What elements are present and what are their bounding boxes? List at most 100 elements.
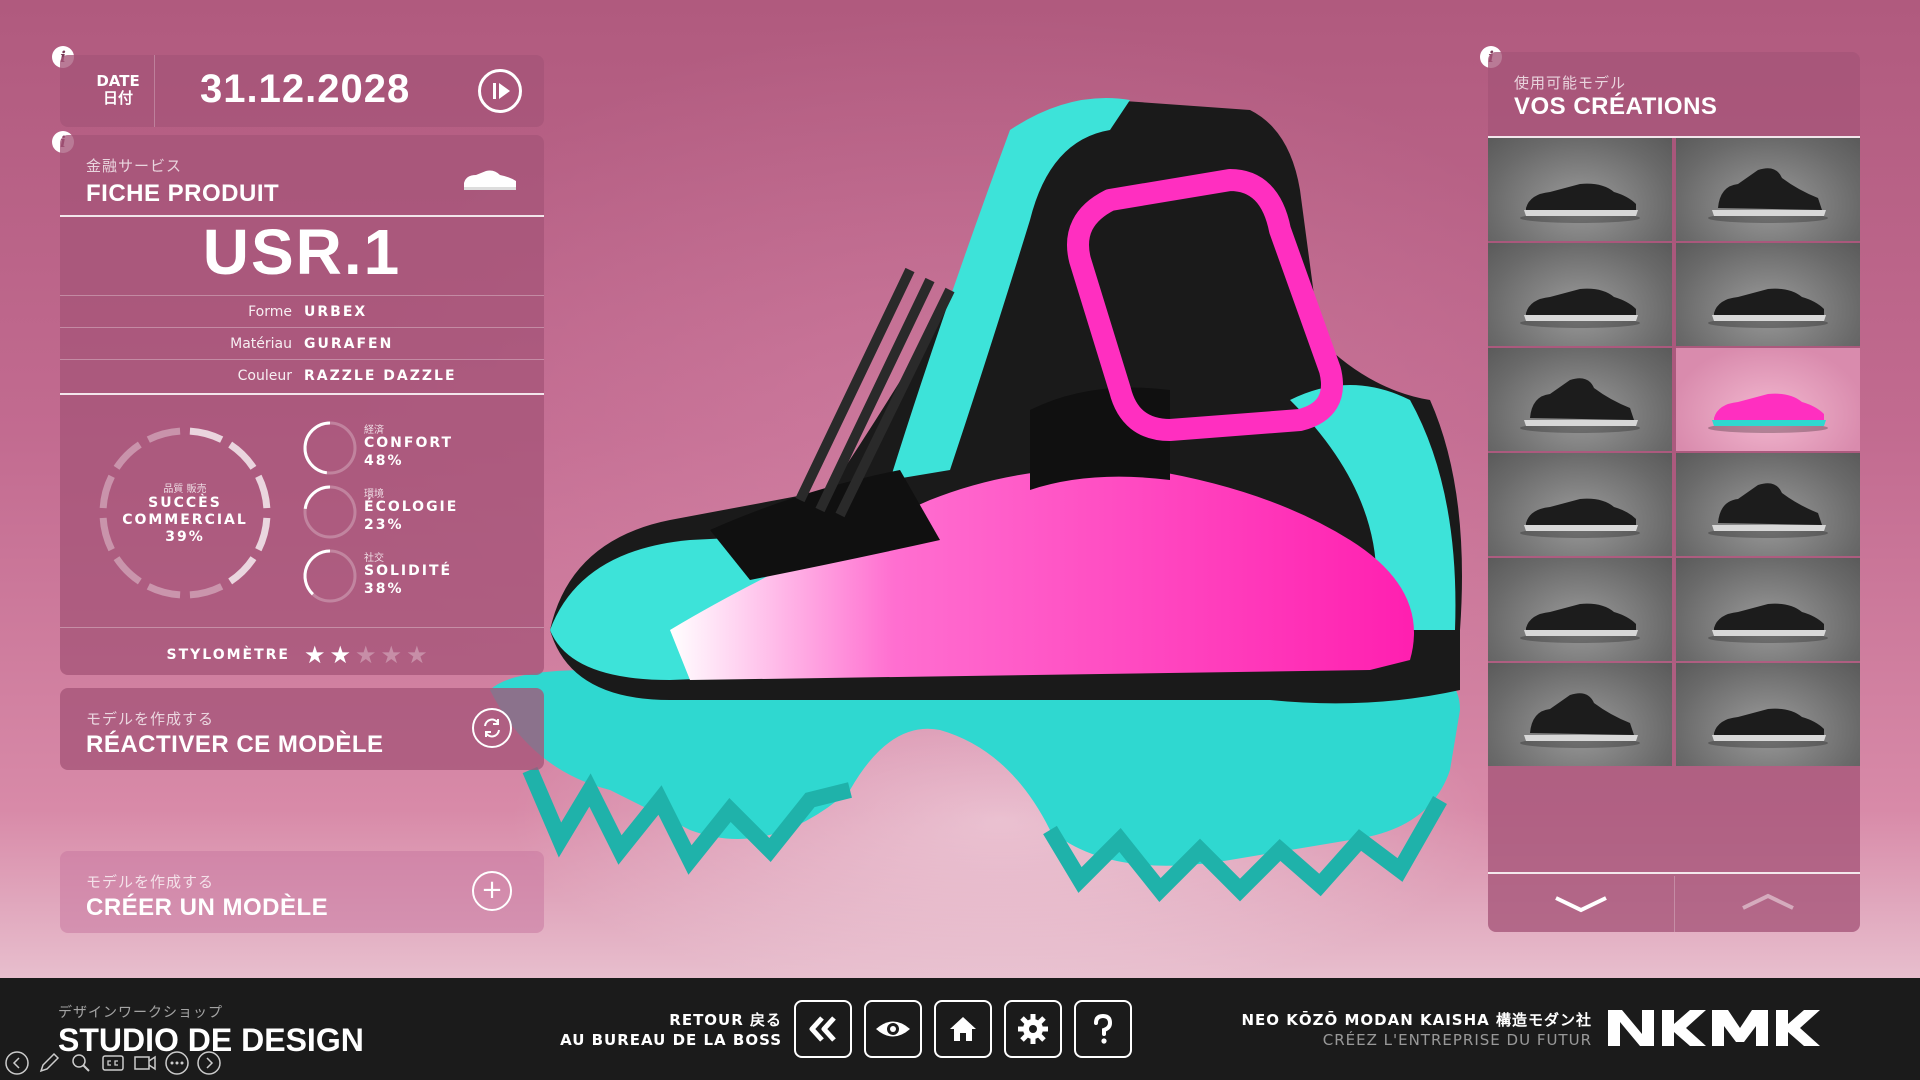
settings-button[interactable]	[1004, 1000, 1062, 1058]
stat-jp-label: 経済	[364, 425, 384, 436]
arrow-right-icon	[197, 1051, 221, 1075]
bottom-bar: デザインワークショップ STUDIO DE DESIGN RETOUR 戻る A…	[0, 978, 1920, 1080]
back-line1: RETOUR 戻る	[669, 1011, 782, 1029]
util-more-button[interactable]	[164, 1050, 190, 1076]
star-icon: ★	[329, 641, 352, 669]
divider	[60, 295, 544, 296]
chevron-up-icon	[1742, 893, 1794, 910]
reactivate-label-group: モデルを作成する RÉACTIVER CE MODÈLE	[86, 708, 384, 759]
divider	[60, 627, 544, 628]
solidity-gauge	[303, 549, 357, 603]
captions-icon	[102, 1055, 124, 1071]
gauge-segment	[146, 583, 181, 599]
home-icon	[950, 1017, 976, 1041]
creation-thumbnail[interactable]	[1676, 558, 1860, 661]
studio-jp-label: デザインワークショップ	[58, 1005, 223, 1021]
gear-icon	[1018, 1014, 1048, 1044]
creations-panel: 使用可能モデル VOS CRÉATIONS	[1488, 52, 1860, 932]
scroll-up-button[interactable]	[1674, 876, 1860, 932]
stat-name: SOLIDITÉ	[364, 563, 453, 579]
company-slogan: CRÉEZ L'ENTREPRISE DU FUTUR	[1322, 1031, 1592, 1049]
ecology-gauge	[303, 485, 357, 539]
home-button[interactable]	[934, 1000, 992, 1058]
divider	[1488, 872, 1860, 874]
sneaker-thumbnail-icon	[1708, 708, 1828, 748]
util-pen-button[interactable]	[36, 1050, 62, 1076]
stat-percent: 38%	[364, 581, 404, 597]
attribute-value: GURAFEN	[304, 336, 394, 352]
stylometer-label: STYLOMÈTRE	[166, 647, 290, 663]
sneaker-thumbnail-icon	[1708, 483, 1828, 538]
stat-jp-label: 社交	[364, 553, 384, 564]
attribute-value: URBEX	[304, 304, 368, 320]
creation-thumbnail[interactable]	[1676, 348, 1860, 451]
sneaker-thumbnail-icon	[1520, 498, 1640, 538]
util-zoom-button[interactable]	[68, 1050, 94, 1076]
refresh-icon-glyph	[484, 718, 500, 738]
main-shoe-illustration	[490, 98, 1462, 902]
stat-percent: 39%	[165, 529, 205, 545]
date-value: 31.12.2028	[200, 67, 411, 111]
attribute-key: Couleur	[237, 368, 292, 384]
model-name: USR.1	[202, 216, 402, 288]
view-button[interactable]	[864, 1000, 922, 1058]
divider	[154, 55, 155, 127]
gauge-segment	[146, 427, 181, 443]
divider	[60, 393, 544, 395]
reactivate-model-button[interactable]: モデルを作成する RÉACTIVER CE MODÈLE	[60, 688, 544, 770]
creation-thumbnail[interactable]	[1488, 453, 1672, 556]
product-sheet-title: FICHE PRODUIT	[86, 180, 280, 207]
create-jp-label: モデルを作成する	[86, 873, 215, 891]
help-button[interactable]	[1074, 1000, 1132, 1058]
stat-comfort: 経済 CONFORT 48%	[300, 418, 520, 478]
stat-jp-label: 品質 販売	[163, 484, 207, 495]
product-sheet-panel: 金融サービス FICHE PRODUIT USR.1 Forme URBEX M…	[60, 135, 544, 675]
creation-thumbnail[interactable]	[1676, 663, 1860, 766]
back-line2: AU BUREAU DE LA BOSS	[560, 1031, 782, 1049]
stat-ecology: 環境 ÉCOLOGIE 23%	[300, 482, 520, 542]
reactivate-jp-label: モデルを作成する	[86, 710, 215, 728]
creation-thumbnail[interactable]	[1488, 558, 1672, 661]
product-sheet-subtitle: 金融サービス	[86, 157, 183, 175]
creations-scroll-controls	[1488, 876, 1860, 932]
date-panel: DATE 日付 31.12.2028	[60, 55, 544, 127]
magnifier-icon	[72, 1054, 90, 1072]
creation-thumbnail[interactable]	[1676, 243, 1860, 346]
creations-title: VOS CRÉATIONS	[1514, 93, 1718, 120]
refresh-icon[interactable]	[472, 708, 512, 748]
sneaker-thumbnail-icon	[1708, 603, 1828, 643]
util-forward-button[interactable]	[196, 1050, 222, 1076]
creation-thumbnail[interactable]	[1488, 663, 1672, 766]
gauge-segment	[113, 556, 142, 585]
sneaker-thumbnail-icon	[1708, 393, 1828, 433]
creation-thumbnail[interactable]	[1488, 243, 1672, 346]
util-video-button[interactable]	[132, 1050, 158, 1076]
back-to-office-label: RETOUR 戻る AU BUREAU DE LA BOSS	[560, 1010, 782, 1050]
attribute-key: Forme	[248, 304, 292, 320]
scroll-down-button[interactable]	[1488, 876, 1674, 932]
chevron-down-icon	[1555, 896, 1607, 913]
nav-buttons	[794, 1000, 1132, 1058]
back-button[interactable]	[794, 1000, 852, 1058]
creations-grid	[1488, 138, 1860, 864]
stat-solidity: 社交 SOLIDITÉ 38%	[300, 546, 520, 606]
gauge-segment	[189, 427, 224, 443]
util-back-button[interactable]	[4, 1050, 30, 1076]
create-model-button[interactable]: モデルを作成する CRÉER UN MODÈLE +	[60, 851, 544, 933]
gauge-segment	[228, 556, 257, 585]
sneaker-thumbnail-icon	[1520, 378, 1640, 433]
play-button[interactable]	[478, 69, 522, 113]
nkmk-logo	[1608, 1010, 1820, 1046]
gauge-segment	[113, 441, 142, 470]
star-icon: ★	[406, 641, 428, 669]
creation-thumbnail[interactable]	[1488, 138, 1672, 241]
stat-name: ÉCOLOGIE	[364, 499, 459, 515]
creation-thumbnail[interactable]	[1676, 138, 1860, 241]
sneaker-thumbnail-icon	[1520, 603, 1640, 643]
comfort-gauge	[303, 421, 357, 475]
stylometer: STYLOMÈTRE ★ ★ ★ ★ ★	[60, 635, 544, 675]
plus-icon[interactable]: +	[472, 871, 512, 911]
creation-thumbnail[interactable]	[1676, 453, 1860, 556]
util-captions-button[interactable]	[100, 1050, 126, 1076]
creation-thumbnail[interactable]	[1488, 348, 1672, 451]
